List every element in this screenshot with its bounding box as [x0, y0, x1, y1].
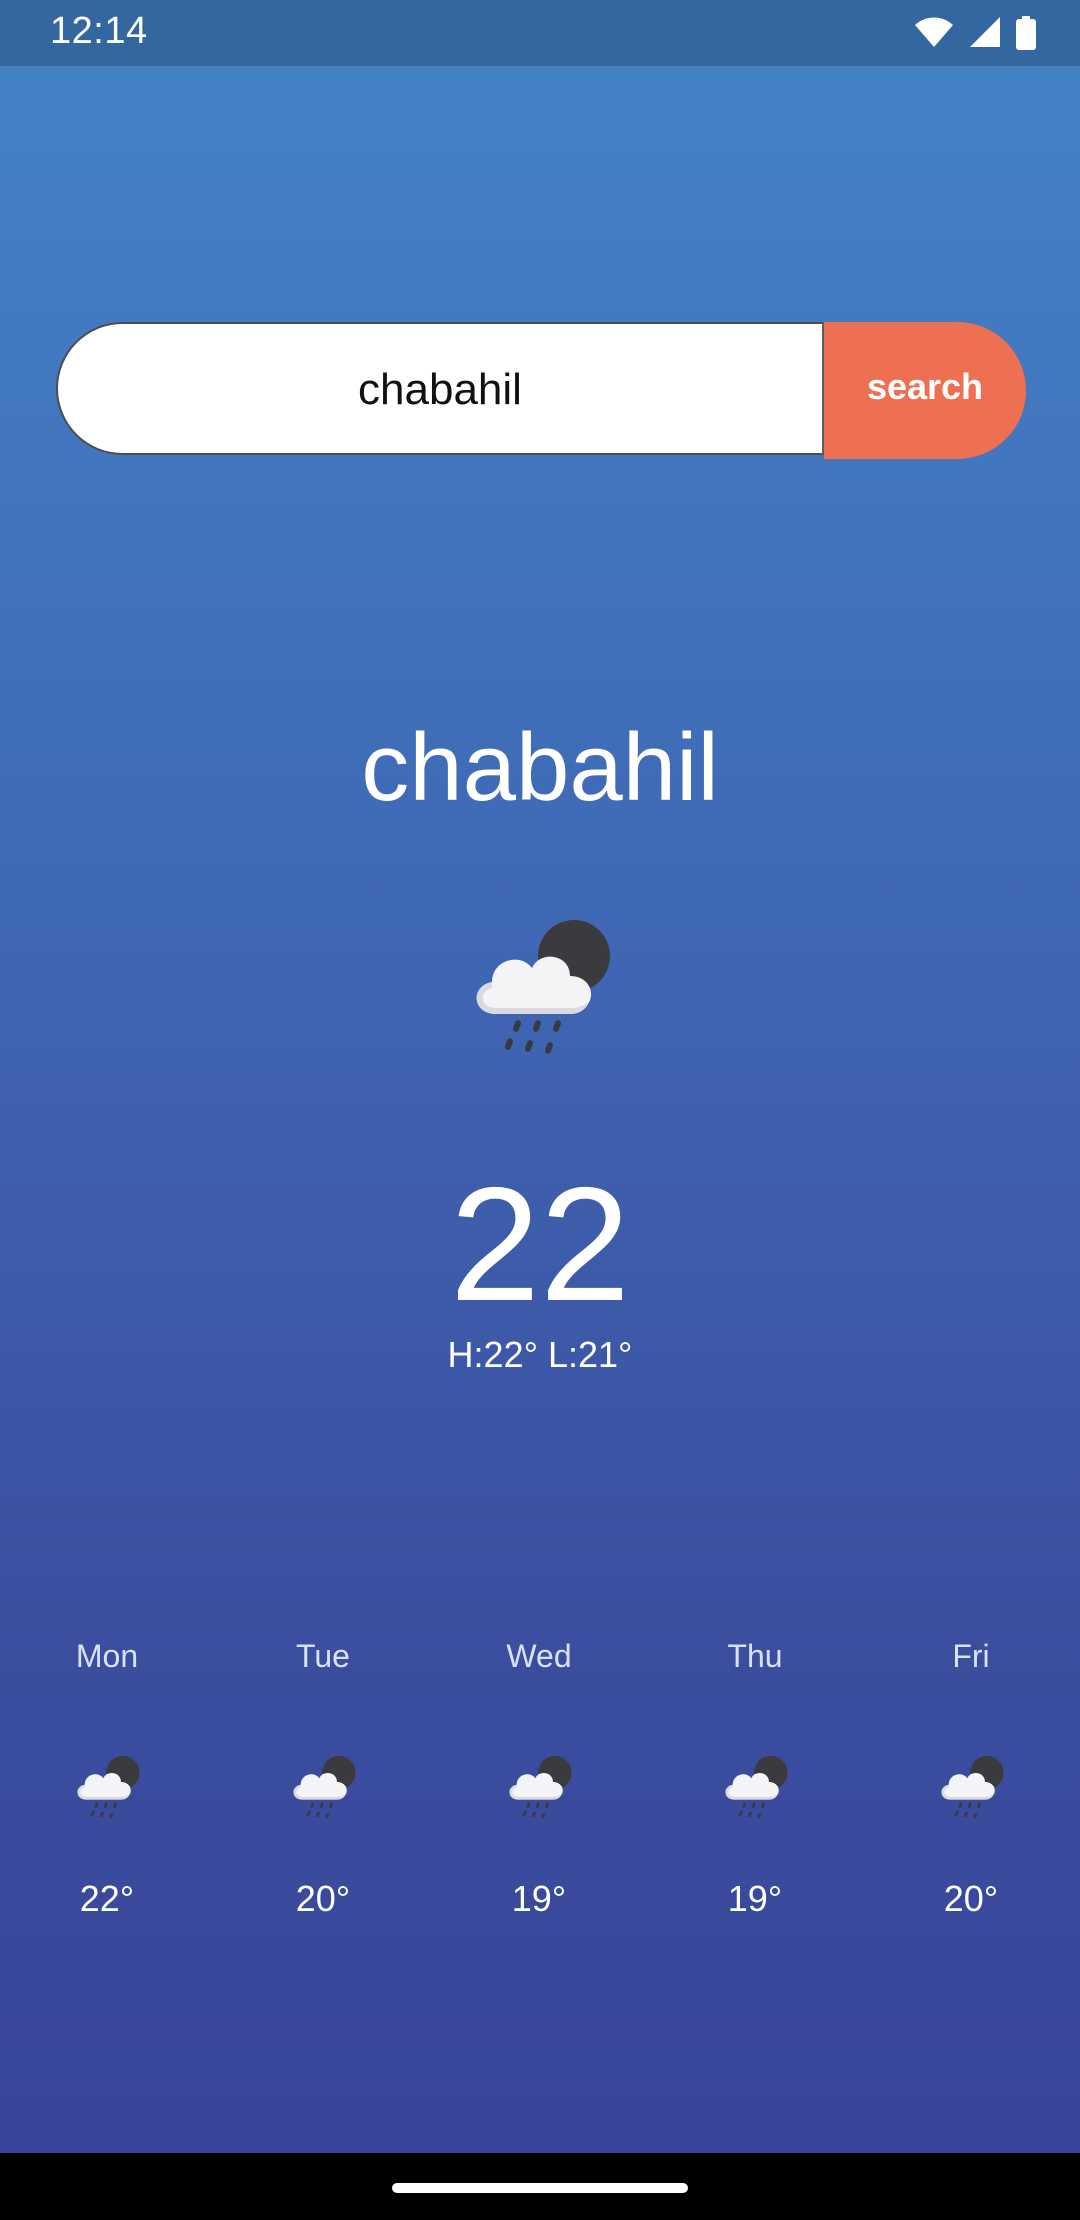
signal-icon: [970, 17, 1000, 47]
status-bar: 12:14: [0, 0, 1080, 66]
cloud-rain-night-icon: [502, 1754, 576, 1822]
cloud-rain-night-icon: [462, 916, 618, 1062]
status-icons: [914, 15, 1036, 51]
battery-icon: [1016, 16, 1036, 50]
forecast-day-temp: 20°: [295, 1878, 351, 1919]
search-input-container: [56, 322, 824, 455]
app-screen: 12:14 search chabahil 22 H:22° L:21° Mon: [0, 0, 1080, 2153]
forecast-day: Mon 22°: [17, 1630, 197, 1919]
forecast-day-temp: 19°: [511, 1878, 567, 1919]
forecast-day-label: Thu: [727, 1638, 783, 1674]
forecast-day: Tue 20°: [233, 1630, 413, 1919]
cloud-rain-night-icon: [718, 1754, 792, 1822]
search-bar: search: [56, 322, 1026, 459]
status-time: 12:14: [50, 10, 148, 52]
forecast-list: Mon 22° Tue 20° Wed 19° Thu 19° Fri 20°: [0, 1630, 1080, 1919]
forecast-day: Thu 19°: [665, 1630, 845, 1919]
wifi-icon: [915, 17, 953, 47]
forecast-day: Wed 19°: [449, 1630, 629, 1919]
forecast-day: Fri 20°: [881, 1630, 1061, 1919]
navigation-bar: [0, 2153, 1080, 2220]
cloud-rain-night-icon: [70, 1754, 144, 1822]
home-indicator[interactable]: [392, 2183, 688, 2193]
forecast-day-label: Tue: [296, 1638, 350, 1674]
search-input[interactable]: [118, 324, 762, 455]
cloud-rain-night-icon: [286, 1754, 360, 1822]
current-temperature: 22: [449, 1154, 631, 1335]
forecast-day-label: Fri: [952, 1638, 990, 1674]
forecast-day-label: Mon: [75, 1638, 139, 1674]
search-button[interactable]: search: [824, 322, 1026, 459]
forecast-day-temp: 20°: [943, 1878, 999, 1919]
forecast-day-temp: 19°: [727, 1878, 783, 1919]
forecast-day-temp: 22°: [79, 1878, 135, 1919]
city-name: chabahil: [361, 714, 719, 821]
forecast-day-label: Wed: [506, 1638, 572, 1674]
high-low-temperature: H:22° L:21°: [447, 1334, 633, 1375]
cloud-rain-night-icon: [934, 1754, 1008, 1822]
